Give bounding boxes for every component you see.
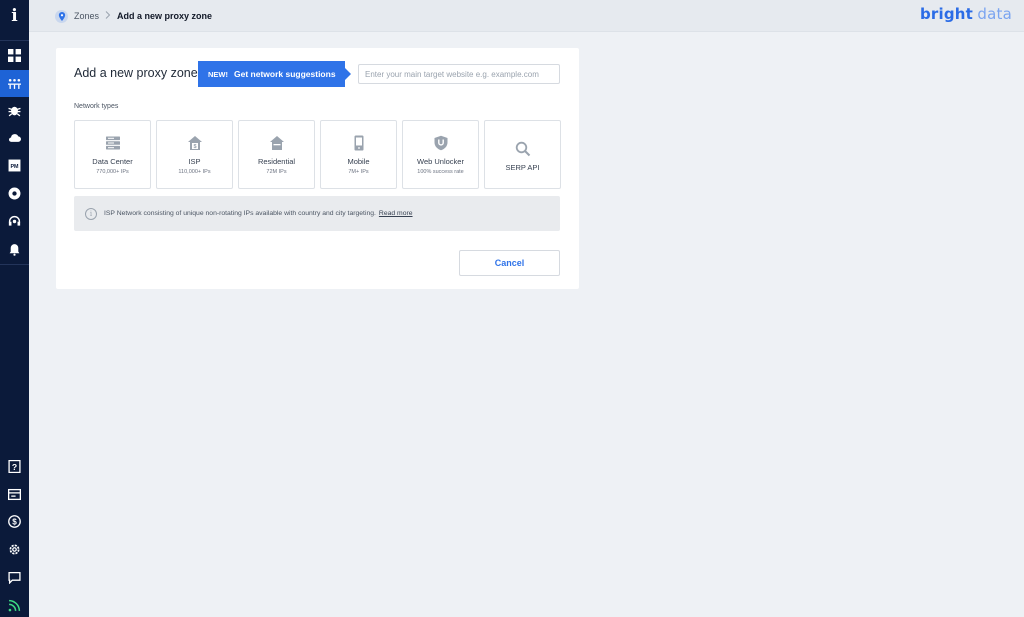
svg-text:?: ? xyxy=(12,462,17,472)
gear-icon xyxy=(9,544,20,555)
info-icon: i xyxy=(85,207,97,220)
tile-subtitle: 7M+ IPs xyxy=(348,169,369,175)
rss-icon xyxy=(8,599,21,612)
svg-text:$: $ xyxy=(193,144,196,150)
sidebar-item-help[interactable]: ? xyxy=(0,453,29,480)
suggest-label: Get network suggestions xyxy=(234,69,336,79)
bright-data-logo[interactable]: bright data xyxy=(920,5,1012,23)
brand-part-1: bright xyxy=(919,5,974,23)
sidebar-item-notifications[interactable] xyxy=(0,236,29,263)
tile-name: Residential xyxy=(257,157,296,166)
sidebar-item-scraper[interactable] xyxy=(0,97,29,124)
tile-name: SERP API xyxy=(505,163,540,172)
sidebar-divider xyxy=(0,264,29,265)
new-badge: NEW! xyxy=(208,69,228,79)
proxies-icon xyxy=(8,78,21,89)
sidebar-item-dashboard[interactable] xyxy=(0,42,29,69)
chat-icon xyxy=(8,571,21,584)
breadcrumb-zones-link[interactable]: Zones xyxy=(74,11,99,21)
dashboard-icon xyxy=(8,49,21,62)
sidebar-item-status[interactable] xyxy=(0,592,29,617)
sidebar-item-chat[interactable] xyxy=(0,564,29,591)
info-text: ISP Network consisting of unique non-rot… xyxy=(104,210,376,217)
chevron-right-icon xyxy=(105,10,111,22)
tile-subtitle: 770,000+ IPs xyxy=(96,169,129,175)
sidebar-item-pm[interactable]: PM xyxy=(0,152,29,179)
tile-name: Web Unlocker xyxy=(417,157,464,166)
network-tile-isp[interactable]: $ ISP 110,000+ IPs xyxy=(156,120,233,189)
network-tile-mobile[interactable]: Mobile 7M+ IPs xyxy=(320,120,397,189)
network-tile-serp-api[interactable]: SERP API xyxy=(484,120,561,189)
billing-card-icon xyxy=(8,488,21,501)
sidebar-item-browser[interactable] xyxy=(0,180,29,207)
isp-house-icon: $ xyxy=(187,136,202,150)
network-types-label: Network types xyxy=(74,103,119,110)
location-pin-icon xyxy=(55,9,68,23)
breadcrumb-current: Add a new proxy zone xyxy=(117,11,213,21)
pm-icon: PM xyxy=(8,159,21,172)
svg-text:PM: PM xyxy=(10,164,19,170)
top-bar: Zones Add a new proxy zone bright data xyxy=(29,0,1024,32)
tile-name: ISP xyxy=(188,157,201,166)
dollar-icon: $ xyxy=(8,515,21,528)
sidebar-item-settings[interactable] xyxy=(0,536,29,563)
brand-part-2: data xyxy=(977,5,1012,23)
sidebar: i PM ? $ xyxy=(0,0,29,617)
tile-subtitle: 72M IPs xyxy=(266,169,287,175)
scraper-icon xyxy=(8,106,21,117)
network-tile-residential[interactable]: Residential 72M IPs xyxy=(238,120,315,189)
sidebar-divider xyxy=(0,40,29,41)
info-logo[interactable]: i xyxy=(0,0,29,32)
sidebar-item-support[interactable] xyxy=(0,208,29,235)
network-tile-data-center[interactable]: Data Center 770,000+ IPs xyxy=(74,120,151,189)
house-icon xyxy=(269,136,284,150)
cancel-button[interactable]: Cancel xyxy=(459,250,560,276)
unlocker-shield-icon xyxy=(434,135,447,151)
server-icon xyxy=(105,136,120,150)
sidebar-item-proxies[interactable] xyxy=(0,70,29,97)
read-more-link[interactable]: Read more xyxy=(379,210,413,217)
tile-name: Mobile xyxy=(347,157,370,166)
network-info-box: i ISP Network consisting of unique non-r… xyxy=(74,196,560,231)
search-icon xyxy=(515,141,530,157)
bell-icon xyxy=(9,244,20,256)
support-icon xyxy=(8,215,21,226)
cloud-icon xyxy=(8,134,21,142)
network-tile-web-unlocker[interactable]: Web Unlocker 100% success rate xyxy=(402,120,479,189)
tile-subtitle: 100% success rate xyxy=(417,169,464,175)
breadcrumb: Zones Add a new proxy zone xyxy=(55,8,212,24)
add-zone-card: Add a new proxy zone NEW! Get network su… xyxy=(56,48,579,289)
sidebar-item-billing-card[interactable] xyxy=(0,481,29,508)
browser-icon xyxy=(8,187,21,200)
mobile-icon xyxy=(354,135,363,151)
page-title: Add a new proxy zone xyxy=(74,66,198,80)
target-website-input[interactable] xyxy=(358,64,560,84)
sidebar-item-billing[interactable]: $ xyxy=(0,508,29,535)
tile-subtitle: 110,000+ IPs xyxy=(178,169,211,175)
svg-text:$: $ xyxy=(12,518,17,527)
sidebar-item-cloud[interactable] xyxy=(0,124,29,151)
help-icon: ? xyxy=(8,460,21,473)
tile-name: Data Center xyxy=(92,157,133,166)
get-network-suggestions-button[interactable]: NEW! Get network suggestions xyxy=(198,61,351,87)
